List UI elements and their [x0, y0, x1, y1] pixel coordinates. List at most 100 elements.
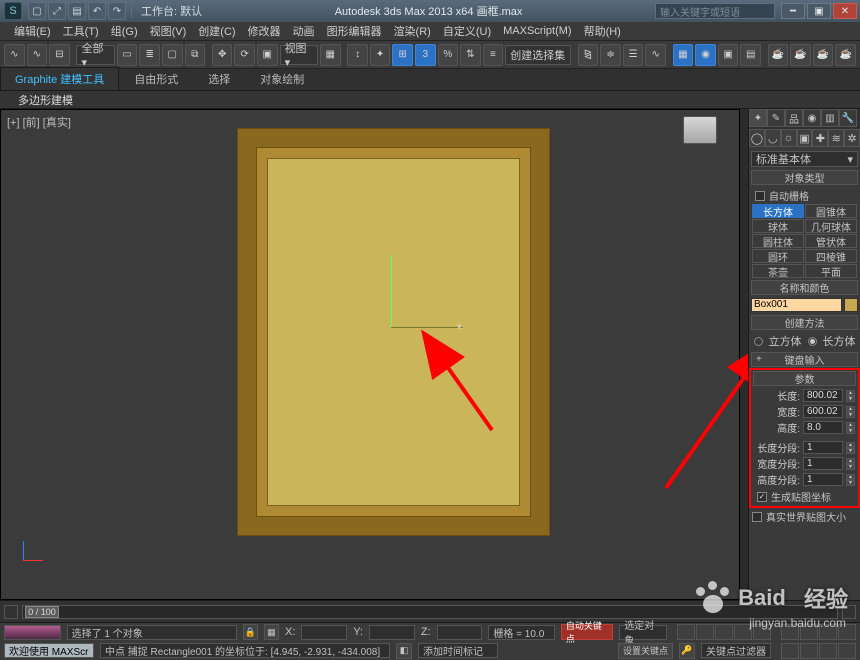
layers-icon[interactable]: ☰	[623, 44, 644, 66]
percent-snap-icon[interactable]: %	[438, 44, 459, 66]
menu-modifiers[interactable]: 修改器	[244, 23, 285, 39]
panel-tab-display[interactable]: ▥	[821, 109, 839, 127]
save-icon[interactable]: ▤	[68, 2, 86, 20]
named-selection-set[interactable]: 创建选择集	[505, 45, 571, 65]
prim-box[interactable]: 长方体	[752, 204, 804, 218]
app-logo[interactable]: S	[4, 2, 22, 20]
tab-selection[interactable]: 选择	[193, 67, 245, 90]
render-active-icon[interactable]: ☕	[813, 44, 834, 66]
ribbon-panel-polymodel[interactable]: 多边形建模	[6, 91, 85, 109]
zoom-region-icon[interactable]	[819, 643, 837, 659]
timetag[interactable]: 添加时间标记	[418, 643, 498, 658]
selset-button[interactable]: 选定对象	[619, 625, 667, 640]
schematic-view-icon[interactable]: ▦	[673, 44, 694, 66]
wseg-spinner[interactable]: 1	[803, 457, 843, 470]
menu-edit[interactable]: 编辑(E)	[10, 23, 55, 39]
select-object-icon[interactable]: ▭	[117, 44, 138, 66]
panel-tab-create[interactable]: ✦	[749, 109, 767, 127]
create-geometry-icon[interactable]: ◯	[749, 129, 765, 147]
curve-editor-icon[interactable]: ∿	[645, 44, 666, 66]
rollout-creation-method[interactable]: 创建方法	[751, 315, 858, 330]
pan-icon[interactable]	[781, 624, 799, 640]
create-systems-icon[interactable]: ✲	[844, 129, 860, 147]
prim-plane[interactable]: 平面	[805, 264, 857, 278]
link-icon[interactable]: ∿	[4, 44, 25, 66]
menu-render[interactable]: 渲染(R)	[390, 23, 435, 39]
time-slider-arrow-left[interactable]	[4, 605, 18, 619]
prim-sphere[interactable]: 球体	[752, 219, 804, 233]
prim-tube[interactable]: 管状体	[805, 234, 857, 248]
mirror-icon[interactable]: ⧎	[578, 44, 599, 66]
orbit-icon[interactable]	[838, 624, 856, 640]
rollout-object-type[interactable]: 对象类型	[751, 170, 858, 185]
hseg-spinner[interactable]: 1	[803, 473, 843, 486]
width-spinner[interactable]: 600.02	[803, 405, 843, 418]
named-sets-icon[interactable]: ≡	[483, 44, 504, 66]
autokey-button[interactable]: 自动关键点	[561, 624, 613, 640]
isolate-icon[interactable]: ◧	[396, 643, 412, 659]
tab-objectpaint[interactable]: 对象绘制	[245, 67, 319, 90]
menu-tools[interactable]: 工具(T)	[59, 23, 103, 39]
close-button[interactable]: ✕	[833, 3, 857, 19]
window-crossing-icon[interactable]: ⧉	[185, 44, 206, 66]
scene-object-frame[interactable]	[237, 128, 550, 536]
object-name-field[interactable]: Box001	[751, 298, 842, 312]
time-slider-thumb[interactable]: 0 / 100	[25, 606, 59, 618]
maxscript-listener[interactable]: 欢迎使用 MAXScr	[4, 643, 94, 658]
gen-map-checkbox[interactable]: ✓	[757, 492, 767, 502]
tab-freeform[interactable]: 自由形式	[119, 67, 193, 90]
keyboard-shortcut-icon[interactable]: ✦	[370, 44, 391, 66]
panel-tab-motion[interactable]: ◉	[803, 109, 821, 127]
create-spacewarps-icon[interactable]: ≋	[828, 129, 844, 147]
ref-coord-system[interactable]: 视图 ▾	[280, 45, 318, 65]
menu-help[interactable]: 帮助(H)	[580, 23, 625, 39]
tab-graphite[interactable]: Graphite 建模工具	[0, 67, 119, 90]
menu-views[interactable]: 视图(V)	[146, 23, 191, 39]
minimize-button[interactable]: ━	[781, 3, 805, 19]
autogrid-checkbox[interactable]	[755, 191, 765, 201]
goto-end-icon[interactable]	[753, 624, 771, 640]
select-by-name-icon[interactable]: ≣	[139, 44, 160, 66]
menu-maxscript[interactable]: MAXScript(M)	[499, 25, 575, 37]
create-lights-icon[interactable]: ☼	[781, 129, 797, 147]
scale-icon[interactable]: ▣	[257, 44, 278, 66]
render-last-icon[interactable]: ☕	[835, 44, 856, 66]
zoom-icon[interactable]	[800, 624, 818, 640]
rollout-parameters[interactable]: 参数	[753, 371, 856, 386]
object-color-swatch[interactable]	[844, 298, 858, 312]
align-icon[interactable]: ≑	[600, 44, 621, 66]
height-spinner[interactable]: 8.0	[803, 421, 843, 434]
goto-start-icon[interactable]	[677, 624, 695, 640]
panel-tab-modify[interactable]: ✎	[767, 109, 785, 127]
prim-cylinder[interactable]: 圆柱体	[752, 234, 804, 248]
spinner-snap-icon[interactable]: ⇅	[460, 44, 481, 66]
open-icon[interactable]: ⤢	[48, 2, 66, 20]
menu-customize[interactable]: 自定义(U)	[439, 23, 495, 39]
prev-frame-icon[interactable]	[696, 624, 714, 640]
bind-icon[interactable]: ⊟	[49, 44, 70, 66]
unlink-icon[interactable]: ∿	[27, 44, 48, 66]
help-search[interactable]: 输入关键字或短语	[655, 3, 775, 19]
radio-box[interactable]	[808, 337, 817, 346]
workspace-label[interactable]: 工作台: 默认	[141, 3, 202, 19]
min-max-viewport-icon[interactable]	[781, 643, 799, 659]
viewport[interactable]: [+] [前] [真实] x	[0, 109, 740, 600]
prim-geosphere[interactable]: 几何球体	[805, 219, 857, 233]
prim-torus[interactable]: 圆环	[752, 249, 804, 263]
render-prod-icon[interactable]: ☕	[768, 44, 789, 66]
render-setup-icon[interactable]: ▣	[718, 44, 739, 66]
viewport-label[interactable]: [+] [前] [真实]	[7, 114, 71, 130]
realworld-checkbox[interactable]	[752, 512, 762, 522]
move-icon[interactable]: ✥	[212, 44, 233, 66]
setkey-button[interactable]: 设置关键点	[618, 643, 673, 659]
length-spinner[interactable]: 800.02	[803, 389, 843, 402]
material-editor-icon[interactable]: ◉	[695, 44, 716, 66]
menu-grapheditors[interactable]: 图形编辑器	[323, 23, 386, 39]
time-slider[interactable]: 0 / 100	[0, 600, 860, 622]
prim-pyramid[interactable]: 四棱锥	[805, 249, 857, 263]
rollout-keyboard-entry[interactable]: +键盘输入	[751, 352, 858, 367]
y-coord[interactable]	[369, 625, 415, 640]
menu-create[interactable]: 创建(C)	[194, 23, 239, 39]
create-helpers-icon[interactable]: ✚	[812, 129, 828, 147]
panel-tab-hierarchy[interactable]: 品	[785, 109, 803, 127]
